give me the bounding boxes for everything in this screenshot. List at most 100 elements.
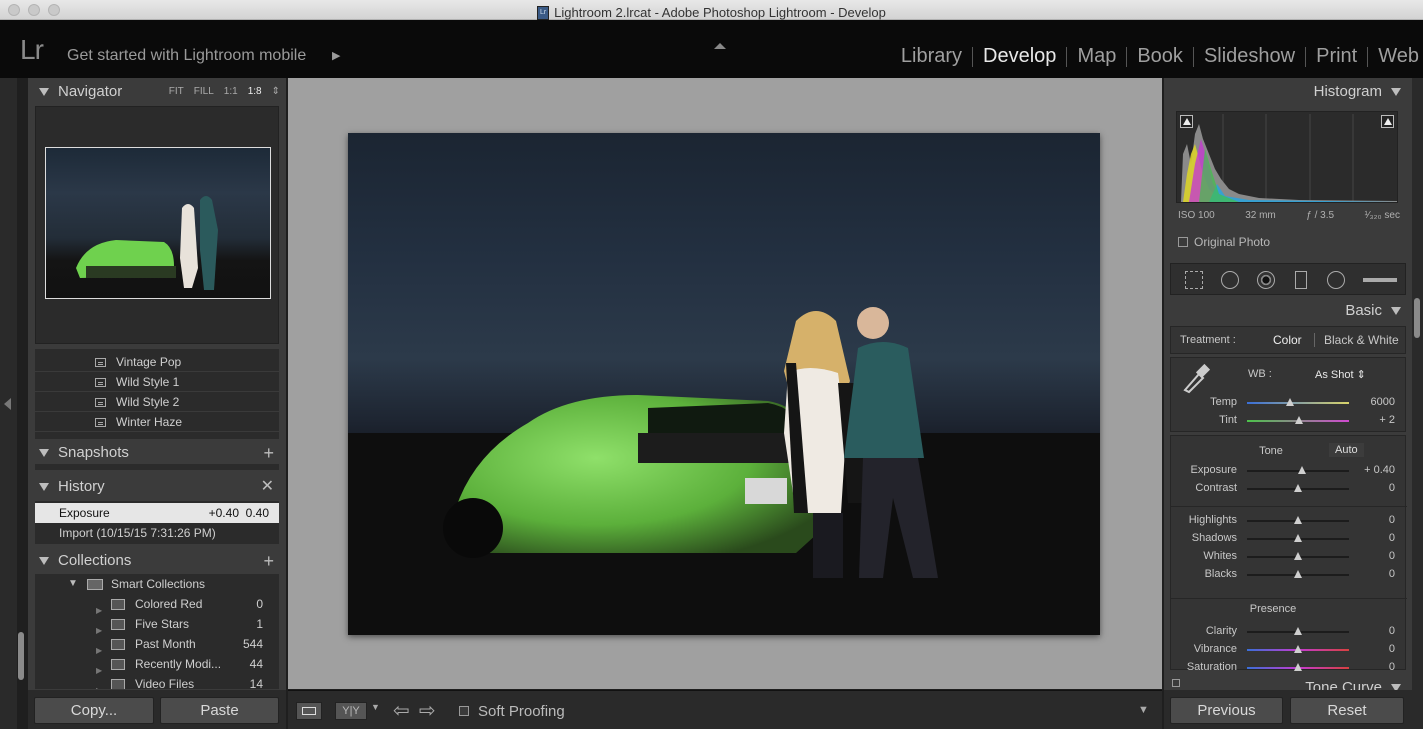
radial-filter-icon[interactable] [1327,271,1345,289]
highlight-clipping-icon[interactable] [1381,115,1394,128]
lightroom-mobile-link[interactable]: Get started with Lightroom mobile [67,47,306,65]
original-photo-checkbox[interactable] [1178,237,1188,247]
disclosure-triangle-icon[interactable] [39,449,49,457]
disclosure-triangle-icon[interactable] [39,483,49,491]
slider-vibrance[interactable]: Vibrance 0 [1171,640,1407,658]
copy-settings-button[interactable]: Copy... [34,697,154,724]
collapse-left-panel-icon[interactable] [4,398,11,410]
histogram-header[interactable]: Histogram [1164,78,1412,106]
slider-track[interactable] [1247,516,1349,524]
collection-item[interactable]: ▶ Recently Modi... 44 [35,654,279,675]
slider-thumb[interactable] [1294,484,1302,492]
slider-contrast[interactable]: Contrast 0 [1171,479,1407,497]
minimize-window-button[interactable] [28,4,40,16]
arrow-left-icon[interactable]: ⇦ [393,698,410,723]
slider-thumb[interactable] [1298,466,1307,474]
slider-blacks[interactable]: Blacks 0 [1171,565,1407,583]
slider-thumb[interactable] [1294,627,1302,635]
history-item[interactable]: Exposure +0.40 0.40 [35,503,279,523]
toolbar-options-icon[interactable]: ▼ [1138,704,1149,716]
slider-thumb[interactable] [1294,663,1302,671]
module-map[interactable]: Map [1067,45,1126,68]
smart-collections-group[interactable]: ▼ Smart Collections [35,574,279,594]
reset-button[interactable]: Reset [1290,697,1404,724]
module-print[interactable]: Print [1306,45,1367,68]
navigator-thumbnail[interactable] [45,147,271,299]
panel-toggle-checkbox[interactable] [1172,679,1180,687]
zoom-window-button[interactable] [48,4,60,16]
slider-thumb[interactable] [1294,534,1302,542]
treatment-color-button[interactable]: Color [1273,333,1302,347]
auto-tone-button[interactable]: Auto [1329,443,1364,457]
close-window-button[interactable] [8,4,20,16]
module-book[interactable]: Book [1127,45,1193,68]
module-develop[interactable]: Develop [973,45,1066,68]
add-snapshot-icon[interactable]: + [263,439,274,467]
slider-value[interactable]: + 0.40 [1364,464,1395,476]
slider-value[interactable]: 6000 [1371,396,1395,408]
spot-removal-icon[interactable] [1221,271,1239,289]
preset-item[interactable]: Winter Haze [35,412,279,432]
navigator-header[interactable]: Navigator FIT FILL 1:1 1:8 ⇕ [28,78,286,106]
module-slideshow[interactable]: Slideshow [1194,45,1305,68]
slider-value[interactable]: 0 [1389,482,1395,494]
add-collection-icon[interactable]: + [263,547,274,575]
slider-track[interactable] [1247,398,1349,406]
slider-track[interactable] [1247,570,1349,578]
histogram-graph[interactable] [1176,111,1398,203]
slider-thumb[interactable] [1295,416,1304,424]
navigator-preview[interactable] [35,106,279,344]
slider-exposure[interactable]: Exposure + 0.40 [1171,461,1407,479]
preset-item[interactable]: Wild Style 2 [35,392,279,412]
collection-item[interactable]: ▶ Past Month 544 [35,634,279,655]
snapshots-header[interactable]: Snapshots + [28,439,286,467]
navigator-zoom-11[interactable]: 1:1 [224,78,238,106]
collections-header[interactable]: Collections + [28,547,286,575]
slider-track[interactable] [1247,552,1349,560]
slider-thumb[interactable] [1294,516,1302,524]
slider-track[interactable] [1247,627,1349,635]
image-view[interactable] [288,78,1162,689]
chevron-updown-icon[interactable]: ⇕ [272,78,280,106]
slider-track[interactable] [1247,645,1349,653]
previous-button[interactable]: Previous [1170,697,1283,724]
eyedropper-icon[interactable] [1181,362,1211,394]
clear-history-icon[interactable]: ✕ [261,473,274,501]
wb-select[interactable]: As Shot ⇕ [1315,368,1366,381]
slider-value[interactable]: 0 [1389,514,1395,526]
graduated-filter-icon[interactable] [1295,271,1307,289]
shadow-clipping-icon[interactable] [1180,115,1193,128]
adjustment-brush-icon[interactable] [1363,278,1397,282]
main-photo[interactable] [348,133,1100,635]
right-panel-scrollbar[interactable] [1414,298,1420,338]
history-item[interactable]: Import (10/15/15 7:31:26 PM) [35,523,279,543]
basic-header[interactable]: Basic [1164,297,1412,325]
module-library[interactable]: Library [891,45,972,68]
slider-thumb[interactable] [1285,398,1294,406]
before-after-view-icon[interactable]: Y|Y [335,702,367,720]
preset-item[interactable]: Vintage Pop [35,352,279,372]
preset-item[interactable]: Wild Style 1 [35,372,279,392]
slider-value[interactable]: 0 [1389,625,1395,637]
slider-thumb[interactable] [1294,645,1302,653]
disclosure-triangle-icon[interactable] [1391,307,1401,315]
treatment-bw-button[interactable]: Black & White [1324,333,1399,347]
disclosure-triangle-icon[interactable] [1391,88,1401,96]
slider-clarity[interactable]: Clarity 0 [1171,622,1407,640]
navigator-zoom-fill[interactable]: FILL [194,78,214,106]
chevron-down-icon[interactable]: ▼ [371,702,380,712]
slider-value[interactable]: 0 [1389,643,1395,655]
slider-value[interactable]: 0 [1389,532,1395,544]
slider-value[interactable]: 0 [1389,550,1395,562]
collapse-top-panel-icon[interactable] [714,43,726,49]
arrow-right-icon[interactable]: ⇨ [419,698,436,723]
collection-item[interactable]: ▶ Colored Red 0 [35,594,279,615]
navigator-zoom-18[interactable]: 1:8 [248,78,262,106]
paste-settings-button[interactable]: Paste [160,697,279,724]
slider-track[interactable] [1247,466,1349,474]
slider-whites[interactable]: Whites 0 [1171,547,1407,565]
slider-value[interactable]: 0 [1389,661,1395,673]
disclosure-triangle-icon[interactable] [39,557,49,565]
slider-track[interactable] [1247,416,1349,424]
slider-highlights[interactable]: Highlights 0 [1171,511,1407,529]
